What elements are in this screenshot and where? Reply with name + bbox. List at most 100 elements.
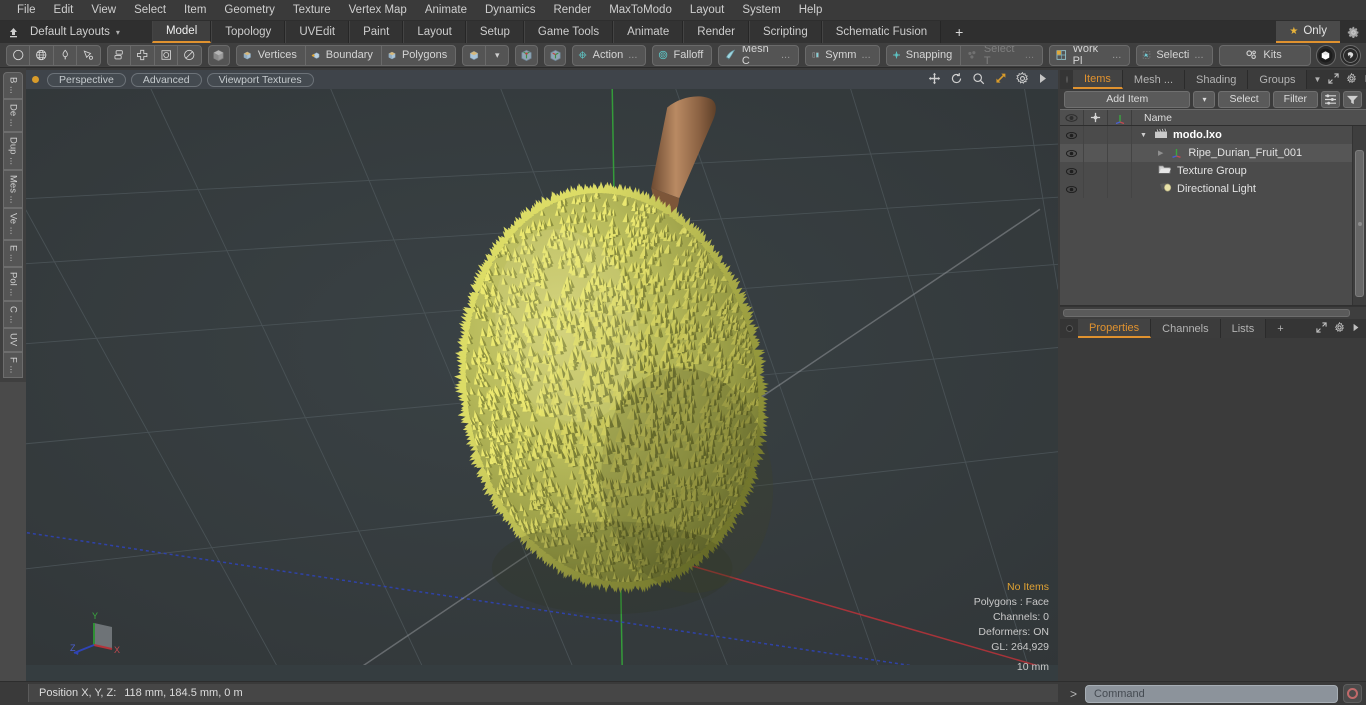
durian-fruit-model[interactable] <box>26 89 1058 681</box>
chevron-down-icon[interactable]: ▾ <box>486 46 508 65</box>
list-item[interactable]: Directional Light <box>1132 182 1256 196</box>
menu-item-render[interactable]: Render <box>544 0 600 21</box>
cube-axis-alt-icon[interactable] <box>543 44 567 66</box>
tab-groups[interactable]: Groups <box>1248 70 1308 89</box>
expand-icon[interactable] <box>1316 321 1327 336</box>
viewport-textures-dropdown[interactable]: Viewport Textures <box>206 72 314 87</box>
tab-lists[interactable]: Lists <box>1220 319 1267 338</box>
bounded-circle-icon[interactable] <box>155 45 179 65</box>
eye-icon[interactable] <box>1060 162 1084 180</box>
tab-paint[interactable]: Paint <box>349 21 404 43</box>
gear-icon[interactable] <box>1340 21 1366 43</box>
tab-mesh[interactable]: Mesh ... <box>1122 70 1186 89</box>
command-input[interactable]: Command <box>1085 684 1338 703</box>
cube-axis-icon[interactable] <box>515 44 538 66</box>
row-cell-axis[interactable] <box>1108 126 1132 144</box>
tab-items[interactable]: Items <box>1073 70 1123 89</box>
row-cell-transform[interactable] <box>1084 144 1108 162</box>
tab-topology[interactable]: Topology <box>211 21 286 43</box>
menu-item-edit[interactable]: Edit <box>45 0 83 21</box>
tab-game-tools[interactable]: Game Tools <box>523 21 614 43</box>
items-tree-vertical-scrollbar[interactable] <box>1352 126 1366 305</box>
unreal-engine-icon[interactable] <box>1340 44 1362 66</box>
action-center-button[interactable]: Action ... <box>573 46 645 65</box>
left-tab-duplicate[interactable]: Dup ... <box>3 131 23 170</box>
globe-icon[interactable] <box>30 45 54 65</box>
expand-icon[interactable] <box>1328 72 1340 87</box>
expander-icon[interactable]: ▶ <box>1158 149 1163 157</box>
scrollbar-thumb[interactable] <box>1063 309 1350 317</box>
left-tab-deform[interactable]: De ... <box>3 98 23 132</box>
play-icon[interactable] <box>1352 323 1360 335</box>
gear-icon[interactable] <box>1334 321 1345 336</box>
list-item[interactable]: Texture Group <box>1132 164 1247 178</box>
scrollbar-thumb[interactable] <box>1355 150 1364 297</box>
left-tab-uv[interactable]: UV <box>3 328 23 352</box>
pen-icon[interactable] <box>54 45 78 65</box>
home-arrow-icon[interactable] <box>0 21 26 43</box>
items-tree[interactable]: ▼ modo.lxo ▶ Ripe_Durian_Fruit_001 Textu… <box>1060 126 1366 306</box>
move-icon[interactable] <box>928 72 941 88</box>
tab-model[interactable]: Model <box>151 21 212 43</box>
play-icon[interactable] <box>1038 73 1048 87</box>
move-cross-icon[interactable] <box>1084 110 1108 125</box>
table-row[interactable]: ▼ modo.lxo <box>1060 126 1352 144</box>
left-tab-curve[interactable]: C ... <box>3 300 23 329</box>
properties-panel-body[interactable] <box>1060 338 1366 681</box>
left-tab-falloff[interactable]: F ... <box>3 351 23 378</box>
polygons-mode-button[interactable]: Polygons <box>382 46 455 65</box>
only-button[interactable]: ★ Only <box>1276 21 1340 43</box>
fit-icon[interactable] <box>994 72 1007 88</box>
grid-plus-icon[interactable] <box>131 45 155 65</box>
left-tab-polygon[interactable]: Pol ... <box>3 266 23 301</box>
menu-item-layout[interactable]: Layout <box>681 0 734 21</box>
menu-item-animate[interactable]: Animate <box>416 0 476 21</box>
list-options-icon[interactable] <box>1321 90 1340 108</box>
expander-icon[interactable]: ▼ <box>1140 132 1147 139</box>
rotate-icon[interactable] <box>950 72 963 88</box>
kits-button[interactable]: Kits <box>1220 46 1310 65</box>
cube-grey-icon[interactable] <box>207 44 231 66</box>
list-item[interactable]: ▶ Ripe_Durian_Fruit_001 <box>1132 146 1302 161</box>
left-tab-edge[interactable]: E ... <box>3 239 23 267</box>
menu-item-help[interactable]: Help <box>790 0 832 21</box>
tab-schematic-fusion[interactable]: Schematic Fusion <box>821 21 942 43</box>
gear-icon[interactable] <box>1346 72 1357 87</box>
menu-item-vertex-map[interactable]: Vertex Map <box>340 0 416 21</box>
row-cell-axis[interactable] <box>1108 180 1132 198</box>
chevron-down-icon[interactable]: ▼ <box>1313 75 1321 84</box>
sphere-slice-icon[interactable] <box>178 46 200 65</box>
axis-icon[interactable] <box>1108 110 1132 125</box>
left-tab-vertex[interactable]: Ve ... <box>3 208 23 240</box>
tab-layout[interactable]: Layout <box>403 21 466 43</box>
table-row[interactable]: Texture Group <box>1060 162 1352 180</box>
add-item-dropdown[interactable]: ▾ <box>1193 90 1216 108</box>
menu-item-texture[interactable]: Texture <box>284 0 340 21</box>
left-tab-basic[interactable]: B ... <box>3 72 23 99</box>
zoom-icon[interactable] <box>972 72 985 88</box>
items-tree-horizontal-scrollbar[interactable] <box>1060 306 1366 319</box>
modo-cube-icon[interactable] <box>1315 44 1337 66</box>
record-icon[interactable] <box>1343 684 1362 703</box>
select-button[interactable]: Select <box>1218 90 1270 108</box>
menu-item-file[interactable]: File <box>8 0 45 21</box>
work-plane-button[interactable]: Work Pl ... <box>1050 46 1129 65</box>
gear-icon[interactable] <box>1016 71 1029 88</box>
circle-icon[interactable] <box>7 45 31 65</box>
default-layouts-dropdown[interactable]: Default Layouts ▾ <box>26 21 130 43</box>
snapping-button[interactable]: Snapping <box>887 45 962 65</box>
tab-channels[interactable]: Channels <box>1151 319 1221 338</box>
falloff-button[interactable]: Falloff <box>653 46 711 65</box>
vertices-mode-button[interactable]: Vertices <box>237 45 306 65</box>
view-mode-dropdown[interactable]: Perspective <box>47 72 126 87</box>
selection-set-button[interactable]: Selecti ... <box>1137 46 1211 65</box>
menu-item-item[interactable]: Item <box>175 0 215 21</box>
menu-item-view[interactable]: View <box>82 0 125 21</box>
eye-icon[interactable] <box>1060 144 1084 162</box>
row-cell-axis[interactable] <box>1108 144 1132 162</box>
row-cell-transform[interactable] <box>1084 126 1108 144</box>
row-cell-transform[interactable] <box>1084 162 1108 180</box>
stack-layers-icon[interactable] <box>108 45 132 65</box>
filter-button[interactable]: Filter <box>1272 90 1318 108</box>
add-tab-button[interactable]: + <box>941 21 975 43</box>
